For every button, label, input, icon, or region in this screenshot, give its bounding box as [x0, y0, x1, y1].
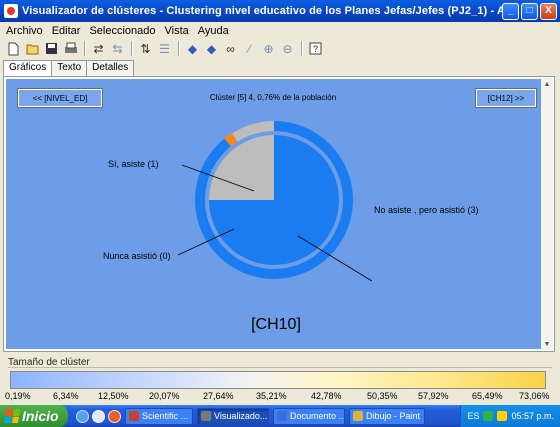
save-icon[interactable] [43, 40, 60, 57]
app-window: Visualizador de clústeres - Clustering n… [0, 0, 560, 405]
toolbar-separator [301, 41, 302, 56]
plot-header: Clúster [5] 4, 0,76% de la población [210, 93, 336, 102]
toolbar-separator [131, 41, 132, 56]
legend-divider [8, 367, 552, 368]
browser-icon[interactable] [76, 409, 89, 423]
cluster-size-ticks: 0,19% 6,34% 12,50% 20,07% 27,64% 35,21% … [0, 391, 560, 403]
task-app-icon [201, 411, 211, 421]
tick-label: 50,35% [367, 391, 398, 401]
menu-vista[interactable]: Vista [165, 25, 189, 37]
tick-label: 35,21% [256, 391, 287, 401]
quick-launch [76, 409, 121, 423]
undo-icon[interactable]: ⇆ [109, 40, 126, 57]
firefox-icon[interactable] [108, 409, 121, 423]
toolbar: ⇄ ⇆ ⇅ ☰ ◆ ◆ ∞ ⁄ ⊕ ⊖ ? [0, 39, 560, 58]
tick-label: 12,50% [98, 391, 129, 401]
task-paint[interactable]: Dibujo - Paint [349, 407, 425, 425]
wand-icon[interactable]: ⁄ [241, 40, 258, 57]
cluster-size-legend: Tamaño de clúster 0,19% 6,34% 12,50% 20,… [0, 354, 560, 405]
task-app-icon [277, 411, 287, 421]
task-visualizador[interactable]: Visualizado... [197, 407, 269, 425]
help-icon[interactable]: ? [307, 40, 324, 57]
volume-icon[interactable] [497, 411, 508, 421]
cluster-size-gradient [10, 371, 546, 389]
scroll-down-icon[interactable]: ▼ [541, 338, 553, 350]
tick-label: 57,92% [418, 391, 449, 401]
window-title: Visualizador de clústeres - Clustering n… [22, 5, 502, 17]
binoculars-icon[interactable]: ∞ [222, 40, 239, 57]
task-label: Documento ... [290, 411, 345, 421]
clock[interactable]: 05:57 p.m. [511, 411, 554, 421]
start-label: Inicio [22, 408, 59, 424]
vertical-scrollbar[interactable]: ▲ ▼ [541, 78, 553, 350]
task-label: Scientific ... [142, 411, 189, 421]
svg-text:?: ? [313, 44, 318, 54]
media-icon[interactable] [92, 409, 105, 423]
scroll-up-icon[interactable]: ▲ [541, 78, 553, 90]
task-app-icon [129, 411, 139, 421]
start-button[interactable]: Inicio [0, 405, 68, 427]
print-icon[interactable] [62, 40, 79, 57]
windows-logo-icon [4, 409, 20, 423]
menu-ayuda[interactable]: Ayuda [198, 25, 229, 37]
task-documento[interactable]: Documento ... [273, 407, 345, 425]
language-indicator[interactable]: ES [467, 411, 479, 421]
arrow-right-icon[interactable]: ◆ [203, 40, 220, 57]
label-si-asiste: Sí, asiste (1) [108, 159, 159, 169]
menu-archivo[interactable]: Archivo [6, 25, 43, 37]
label-no-asiste: No asiste , pero asistió (3) [374, 205, 479, 215]
menu-seleccionado[interactable]: Seleccionado [89, 25, 155, 37]
tick-label: 65,49% [472, 391, 503, 401]
cluster-plot: << [NIVEL_ED] [CH12] >> Clúster [5] 4, 0… [6, 79, 543, 349]
menu-bar: Archivo Editar Seleccionado Vista Ayuda [0, 22, 560, 39]
tick-label: 42,78% [311, 391, 342, 401]
close-button[interactable]: X [540, 2, 557, 20]
tick-label: 6,34% [53, 391, 79, 401]
tab-strip: Gráficos Texto Detalles [3, 60, 135, 77]
tick-label: 27,64% [203, 391, 234, 401]
task-label: Dibujo - Paint [366, 411, 421, 421]
maximize-button[interactable]: □ [521, 2, 538, 20]
app-icon [4, 4, 18, 18]
sort-icon[interactable]: ⇅ [137, 40, 154, 57]
redo-icon[interactable]: ⇄ [90, 40, 107, 57]
minimize-button[interactable]: _ [502, 2, 519, 20]
system-tray: ES 05:57 p.m. [460, 405, 560, 427]
tab-texto[interactable]: Texto [51, 60, 88, 76]
menu-editar[interactable]: Editar [52, 25, 81, 37]
center-node-label: [CH10] [251, 316, 301, 333]
tick-label: 0,19% [5, 391, 31, 401]
tick-label: 20,07% [149, 391, 180, 401]
task-scientific[interactable]: Scientific ... [125, 407, 193, 425]
zoom-out-icon[interactable]: ⊖ [279, 40, 296, 57]
arrow-left-icon[interactable]: ◆ [184, 40, 201, 57]
task-app-icon [353, 411, 363, 421]
tab-graficos[interactable]: Gráficos [3, 60, 53, 77]
tab-detalles[interactable]: Detalles [86, 60, 135, 76]
graph-panel: << [NIVEL_ED] [CH12] >> Clúster [5] 4, 0… [3, 76, 555, 352]
task-label: Visualizado... [214, 411, 268, 421]
cluster-pie-chart: Clúster [5] 4, 0,76% de la población Sí,… [103, 93, 479, 333]
open-icon[interactable] [24, 40, 41, 57]
tick-label: 73,06% [519, 391, 550, 401]
zoom-in-icon[interactable]: ⊕ [260, 40, 277, 57]
toolbar-separator [178, 41, 179, 56]
network-icon[interactable] [483, 411, 494, 421]
taskbar: Inicio Scientific ... Visualizado... Doc… [0, 405, 560, 427]
toolbar-separator [84, 41, 85, 56]
new-icon[interactable] [5, 40, 22, 57]
label-nunca-asistio: Nunca asistió (0) [103, 251, 171, 261]
title-bar[interactable]: Visualizador de clústeres - Clustering n… [0, 0, 560, 22]
filter-icon[interactable]: ☰ [156, 40, 173, 57]
